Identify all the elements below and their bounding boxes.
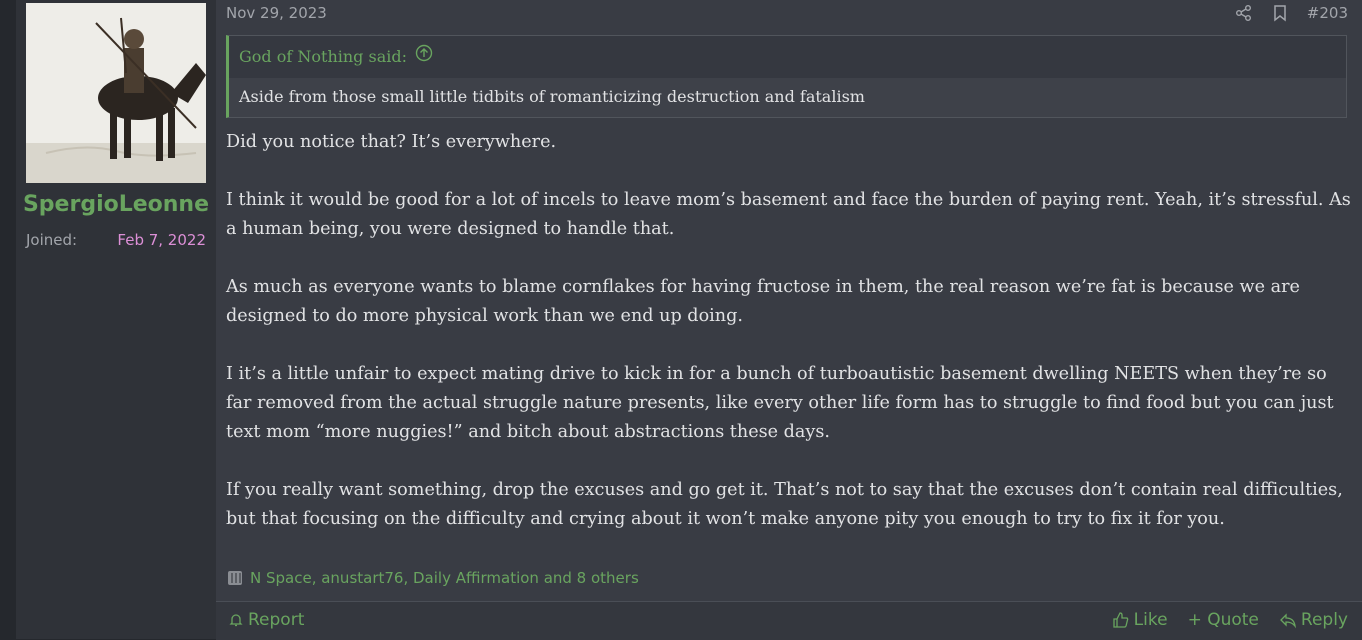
avatar-image bbox=[26, 3, 206, 183]
quote-header[interactable]: God of Nothing said: bbox=[229, 36, 1346, 78]
reply-arrow-icon bbox=[1279, 613, 1296, 629]
joined-date: Feb 7, 2022 bbox=[117, 231, 206, 249]
bell-icon bbox=[229, 614, 243, 627]
post-header-actions: #203 bbox=[1235, 4, 1348, 22]
post-actions: Like + Quote Reply bbox=[1112, 610, 1348, 630]
like-button[interactable]: Like bbox=[1112, 610, 1168, 630]
avatar[interactable] bbox=[26, 3, 206, 183]
report-label: Report bbox=[248, 610, 305, 630]
quote-button[interactable]: + Quote bbox=[1188, 610, 1259, 630]
report-button[interactable]: Report bbox=[228, 610, 304, 630]
share-icon[interactable] bbox=[1235, 4, 1253, 22]
reply-button[interactable]: Reply bbox=[1279, 610, 1348, 630]
post-main: Nov 29, 2023 #203 God of Nothing said: A… bbox=[216, 0, 1362, 640]
quote-text: Aside from those small little tidbits of… bbox=[229, 78, 1346, 117]
paragraph: As much as everyone wants to blame cornf… bbox=[226, 277, 1300, 326]
reply-label: Reply bbox=[1300, 610, 1348, 630]
reaction-icon bbox=[226, 569, 244, 587]
post-content: Did you notice that? It’s everywhere. I … bbox=[226, 128, 1354, 563]
quote-author[interactable]: God of Nothing said: bbox=[239, 36, 407, 78]
username[interactable]: SpergioLeonne bbox=[16, 192, 216, 217]
reactions-bar[interactable]: N Space, anustart76, Daily Affirmation a… bbox=[226, 569, 639, 587]
arrow-up-circle-icon[interactable] bbox=[415, 36, 433, 78]
joined-label: Joined: bbox=[26, 231, 78, 249]
paragraph: I it’s a little unfair to expect mating … bbox=[226, 364, 1334, 442]
like-label: Like bbox=[1133, 610, 1168, 630]
post-date[interactable]: Nov 29, 2023 bbox=[226, 4, 327, 22]
paragraph: Did you notice that? It’s everywhere. bbox=[226, 132, 557, 152]
reactions-text[interactable]: N Space, anustart76, Daily Affirmation a… bbox=[250, 569, 639, 587]
post-footer: Report Like + Quote Reply bbox=[216, 601, 1362, 640]
forum-post: SpergioLeonne Joined: Feb 7, 2022 Nov 29… bbox=[16, 0, 1362, 640]
paragraph: I think it would be good for a lot of in… bbox=[226, 190, 1351, 239]
user-cell: SpergioLeonne Joined: Feb 7, 2022 bbox=[16, 0, 216, 639]
bookmark-icon[interactable] bbox=[1271, 4, 1289, 22]
quote-label: + Quote bbox=[1187, 610, 1259, 630]
post-number[interactable]: #203 bbox=[1307, 4, 1348, 22]
thumbs-up-icon bbox=[1113, 612, 1128, 628]
quote-block: God of Nothing said: Aside from those sm… bbox=[226, 35, 1347, 118]
paragraph: If you really want something, drop the e… bbox=[226, 480, 1343, 529]
